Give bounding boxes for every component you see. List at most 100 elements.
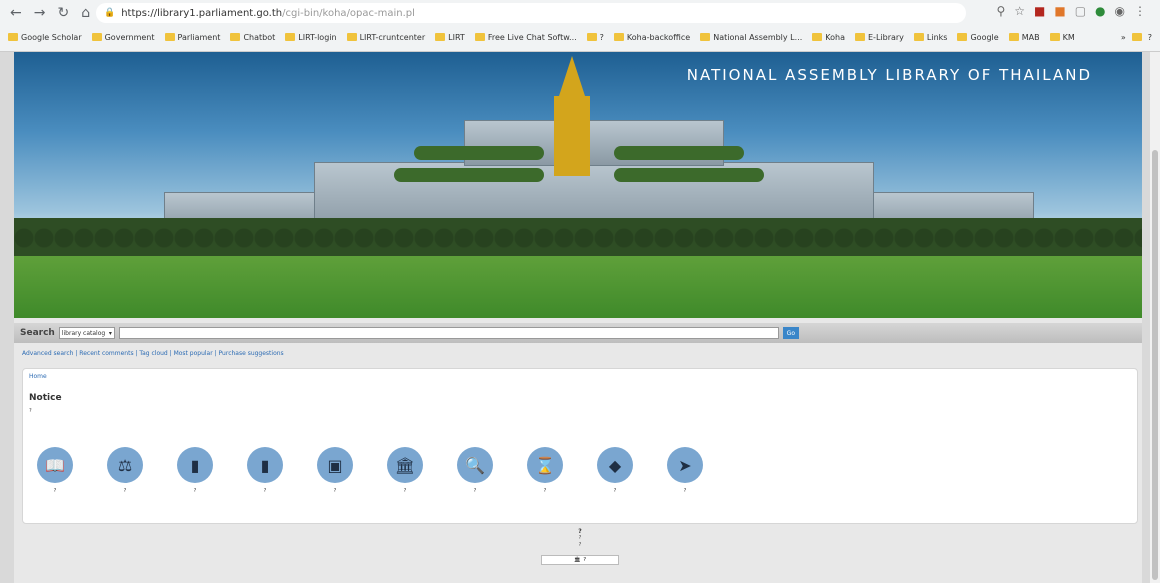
bookmark-item[interactable]: Koha-backoffice [613, 32, 691, 42]
back-icon[interactable]: ← [10, 5, 22, 21]
bookmarks-overflow[interactable]: » ? [1114, 26, 1152, 48]
folder-icon [164, 33, 175, 41]
extension-icon[interactable]: ■ [1054, 4, 1065, 18]
bookmark-item[interactable]: Government [91, 32, 155, 42]
notice-text: ? [29, 408, 32, 414]
bookmark-item[interactable]: Google [957, 32, 999, 42]
footer-contact: ? [578, 542, 582, 548]
search-input[interactable] [118, 327, 779, 339]
extension-icon[interactable]: ▢ [1075, 4, 1086, 18]
bookmark-item[interactable]: E-Library [855, 33, 904, 42]
folder-icon [1008, 33, 1019, 41]
url-host: https://library1.parliament.go.th [121, 7, 283, 19]
bookmark-label: Links [926, 32, 948, 42]
profile-icon[interactable]: ◉ [1115, 4, 1125, 18]
quick-link-item[interactable]: ◆? [597, 447, 633, 494]
quick-link-item[interactable]: ⚖? [107, 447, 143, 494]
tag-icon: ◆ [597, 447, 633, 483]
quick-link-item[interactable]: ⌛? [527, 447, 563, 494]
sign-icon: ➤ [667, 447, 703, 483]
quick-link-item[interactable]: ▣? [317, 447, 353, 494]
tree-line [14, 218, 1142, 260]
bookmark-item[interactable]: Free Live Chat Softw... [474, 32, 577, 42]
quick-link-label: ? [193, 488, 197, 494]
folder-icon [8, 33, 18, 41]
bookmark-item[interactable]: ? [586, 32, 604, 42]
bookmark-item[interactable]: Parliament [164, 33, 220, 42]
hero-banner: NATIONAL ASSEMBLY LIBRARY OF THAILAND [14, 52, 1142, 318]
forward-icon[interactable]: → [34, 5, 46, 21]
extension-icon[interactable]: ■ [1034, 4, 1045, 18]
quick-link-label: ? [53, 488, 57, 494]
footer-badge[interactable]: 🏛 ? [541, 555, 619, 565]
browser-actions: ⚲ ☆ ■ ■ ▢ ● ◉ ⋮ [996, 4, 1146, 18]
lawn [14, 256, 1142, 318]
bookmark-label: MAB [1021, 32, 1040, 42]
folder-icon [812, 33, 823, 41]
bookmark-label: ? [599, 32, 604, 42]
bookmark-item[interactable]: Google Scholar [8, 33, 82, 42]
golden-spire [559, 56, 585, 96]
bookmark-item[interactable]: National Assembly L... [700, 33, 802, 42]
bookmark-label: KM [1062, 32, 1075, 42]
quick-link-label: ? [263, 488, 267, 494]
quick-link-item[interactable]: 📖? [37, 447, 73, 494]
search-go-button[interactable]: Go [782, 327, 799, 339]
quick-link-label: ? [333, 488, 337, 494]
bookmark-item[interactable]: LIRT [435, 33, 465, 42]
bookmark-label: Government [104, 32, 155, 42]
zoom-icon[interactable]: ⚲ [996, 4, 1005, 18]
book-icon: ▮ [247, 447, 283, 483]
extension-icon[interactable]: ● [1095, 4, 1105, 18]
footer: ? ? ? 🏛 ? [440, 528, 720, 565]
bookmark-label: Google Scholar [21, 32, 82, 42]
quick-link-item[interactable]: 🔍? [457, 447, 493, 494]
bookmark-item[interactable]: Chatbot [230, 33, 275, 42]
folder-icon [913, 33, 924, 41]
folder-icon [700, 33, 711, 41]
quick-link-label: ? [543, 488, 547, 494]
other-bookmarks-label: ? [1147, 32, 1152, 42]
main-content: Home Notice ? 📖? ⚖? ▮? ▮? ▣? 🏛? 🔍? ⌛? ◆? ➤? [22, 368, 1138, 524]
footer-badge-label: ? [583, 557, 586, 563]
scrollbar-thumb[interactable] [1152, 150, 1158, 580]
hedge [614, 146, 744, 160]
bookmark-item[interactable]: LIRT-login [285, 33, 337, 42]
search-document-icon: 🔍 [457, 447, 493, 483]
bookmark-item[interactable]: LIRT-cruntcenter [346, 33, 425, 42]
quick-link-item[interactable]: ➤? [667, 447, 703, 494]
bookmark-item[interactable]: Koha [812, 33, 845, 42]
folder-icon [91, 33, 102, 41]
hedge [414, 146, 544, 160]
opac-links[interactable]: Advanced search | Recent comments | Tag … [22, 350, 284, 357]
quick-link-item[interactable]: 🏛? [387, 447, 423, 494]
star-icon[interactable]: ☆ [1014, 4, 1025, 18]
bookmark-label: Koha [825, 32, 845, 42]
search-scope-value: library catalog [61, 329, 106, 337]
folder-icon [435, 33, 446, 41]
folder-icon [613, 33, 624, 41]
bookmark-label: Google [970, 32, 999, 42]
breadcrumb[interactable]: Home [29, 373, 47, 380]
hedge [614, 168, 764, 182]
folder-icon [230, 33, 241, 41]
bookmark-item[interactable]: KM [1049, 32, 1075, 42]
menu-icon[interactable]: ⋮ [1134, 4, 1146, 18]
reload-icon[interactable]: ↻ [57, 5, 69, 21]
quick-link-label: ? [613, 488, 617, 494]
bookmark-label: Free Live Chat Softw... [487, 32, 577, 42]
folder-icon [285, 33, 296, 41]
bookmark-item[interactable]: MAB [1008, 32, 1040, 42]
address-bar[interactable]: 🔒 https://library1.parliament.go.th /cgi… [96, 3, 966, 23]
bookmark-label: Koha-backoffice [626, 32, 691, 42]
home-icon[interactable]: ⌂ [81, 5, 90, 21]
bookmark-item[interactable]: Links [913, 32, 948, 42]
quick-link-label: ? [683, 488, 687, 494]
quick-link-item[interactable]: ▮? [247, 447, 283, 494]
search-scope-select[interactable]: library catalog ▾ [58, 327, 115, 339]
folder-icon [346, 33, 357, 41]
bookmark-label: National Assembly L... [713, 32, 803, 42]
quick-link-item[interactable]: ▮? [177, 447, 213, 494]
bookmark-label: LIRT [448, 32, 465, 42]
notice-heading: Notice [29, 393, 62, 403]
